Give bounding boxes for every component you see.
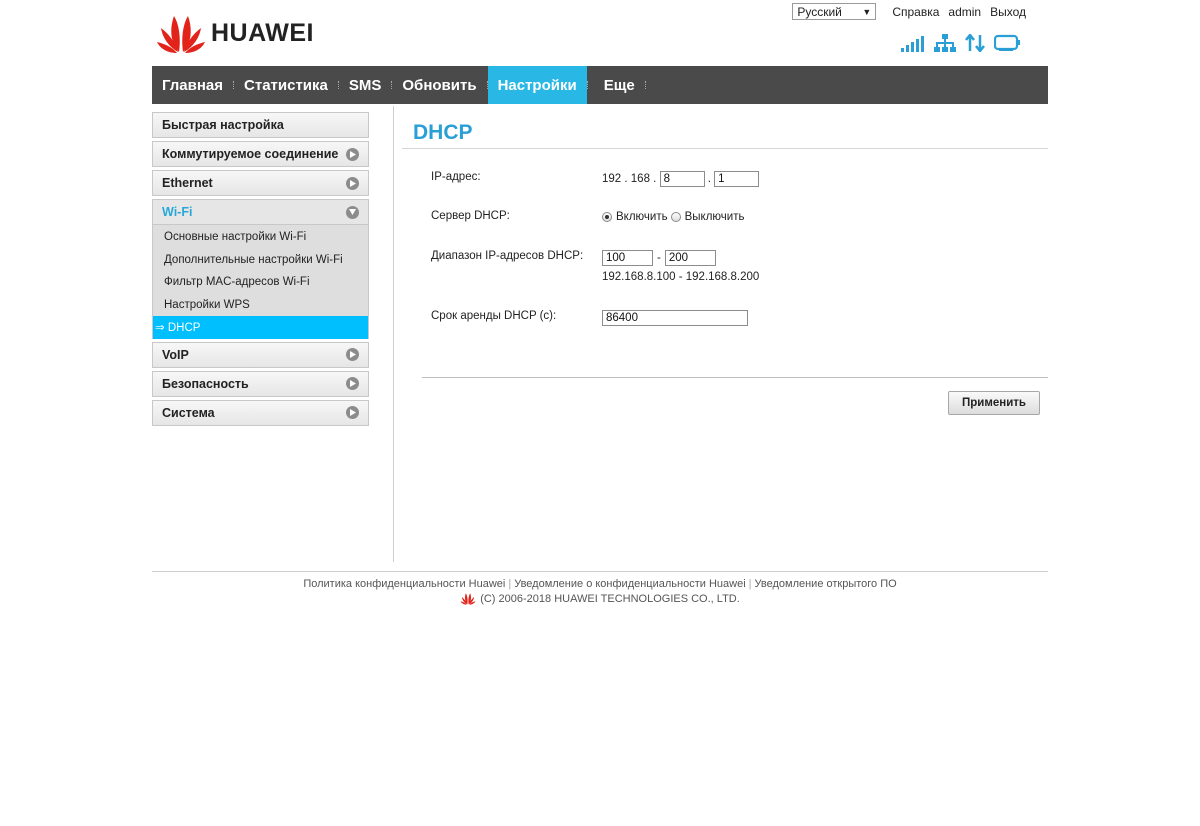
huawei-logo[interactable]: HUAWEI <box>157 12 314 54</box>
dhcp-server-field: Включить Выключить <box>602 211 744 223</box>
footer-divider <box>152 571 1048 572</box>
sidebar-subitem-wps[interactable]: Настройки WPS <box>153 294 368 317</box>
sidebar-item-ethernet[interactable]: Ethernet <box>152 170 369 196</box>
brand-name: HUAWEI <box>211 18 314 47</box>
dhcp-range-separator: - <box>657 252 661 264</box>
sidebar-item-label: VoIP <box>162 347 189 362</box>
nav-statistics[interactable]: Статистика <box>234 66 338 104</box>
huawei-small-logo-icon <box>460 593 476 605</box>
sidebar: Быстрая настройка Коммутируемое соединен… <box>152 112 369 429</box>
ip-dot: . <box>621 173 631 185</box>
logout-link[interactable]: Выход <box>990 5 1026 19</box>
footer-separator: | <box>748 578 752 590</box>
dhcp-disable-radio[interactable] <box>670 212 681 222</box>
dhcp-disable-label[interactable]: Выключить <box>685 211 745 223</box>
nav-sms[interactable]: SMS <box>339 66 392 104</box>
sidebar-item-dialup[interactable]: Коммутируемое соединение <box>152 141 369 167</box>
header: HUAWEI Русский ▼ Справка admin Выход <box>152 0 1048 66</box>
dhcp-range-label: Диапазон IP-адресов DHCP: <box>431 250 584 262</box>
sidebar-item-label: Быстрая настройка <box>162 118 284 132</box>
signal-strength-icon[interactable] <box>901 36 925 55</box>
nav-more[interactable]: Еще <box>588 66 645 104</box>
dhcp-enable-label[interactable]: Включить <box>616 211 668 223</box>
chevron-right-icon <box>346 176 359 190</box>
page-title: DHCP <box>413 121 473 144</box>
copyright-text: (C) 2006-2018 HUAWEI TECHNOLOGIES CO., L… <box>480 592 740 605</box>
lease-time-label: Срок аренды DHCP (с): <box>431 310 557 322</box>
form-divider <box>422 377 1048 378</box>
network-icon[interactable] <box>934 34 956 55</box>
footer-link-open-source[interactable]: Уведомление открытого ПО <box>755 578 897 590</box>
title-divider <box>402 148 1048 149</box>
ip-octet-3-input[interactable]: 8 <box>659 171 705 187</box>
nav-update[interactable]: Обновить <box>392 66 486 104</box>
ip-dot: . <box>649 173 660 185</box>
sidebar-item-security[interactable]: Безопасность <box>152 370 369 397</box>
footer-separator: | <box>508 578 512 590</box>
nav-settings[interactable]: Настройки <box>487 66 587 104</box>
wifi-submenu: Основные настройки Wi-Fi Дополнительные … <box>152 225 369 339</box>
dhcp-enable-radio[interactable] <box>602 212 612 222</box>
nav-home[interactable]: Главная <box>152 66 233 104</box>
footer-link-privacy-policy[interactable]: Политика конфиденциальности Huawei <box>303 578 505 590</box>
chevron-down-icon <box>346 205 359 219</box>
sidebar-subitem-wifi-basic[interactable]: Основные настройки Wi-Fi <box>153 226 368 249</box>
dhcp-range-start-input[interactable]: 100 <box>602 250 653 266</box>
sidebar-subitem-wifi-mac-filter[interactable]: Фильтр MAC-адресов Wi-Fi <box>153 271 368 294</box>
help-link[interactable]: Справка <box>892 5 939 19</box>
data-transfer-icon[interactable] <box>965 32 985 55</box>
ip-octet-2: 168 <box>630 173 650 185</box>
lease-time-input[interactable]: 86400 <box>602 310 748 326</box>
ip-octet-1: 192 <box>602 173 622 185</box>
huawei-flower-icon <box>157 16 205 53</box>
dhcp-range-field: 100 - 200 <box>602 250 716 266</box>
chevron-right-icon <box>346 348 359 361</box>
sidebar-item-label: Ethernet <box>162 176 213 190</box>
chevron-right-icon <box>346 377 359 390</box>
sidebar-item-label: Wi-Fi <box>162 205 193 219</box>
ip-address-label: IP-адрес: <box>431 171 481 183</box>
sidebar-item-voip[interactable]: VoIP <box>152 341 369 368</box>
dhcp-range-end-input[interactable]: 200 <box>664 250 716 266</box>
language-value: Русский <box>797 4 842 19</box>
chevron-right-icon <box>346 147 359 161</box>
sidebar-item-quick-setup[interactable]: Быстрая настройка <box>152 112 369 138</box>
dropdown-arrow-icon: ▼ <box>862 6 872 17</box>
copyright: (C) 2006-2018 HUAWEI TECHNOLOGIES CO., L… <box>152 592 1048 605</box>
sidebar-item-label: Система <box>162 405 215 420</box>
vertical-divider <box>393 106 394 562</box>
sidebar-item-system[interactable]: Система <box>152 399 369 426</box>
user-link[interactable]: admin <box>948 5 981 19</box>
nav-separator <box>644 66 646 104</box>
main-nav: Главная Статистика SMS Обновить Настройк… <box>152 66 1048 104</box>
sidebar-subitem-dhcp[interactable]: ⇒ DHCP <box>153 316 368 339</box>
status-icons <box>892 32 1022 55</box>
ip-dot: . <box>704 173 715 185</box>
sidebar-item-wifi[interactable]: Wi-Fi <box>152 199 369 225</box>
top-links: Русский ▼ Справка admin Выход <box>792 3 1026 20</box>
ip-octet-4-input[interactable]: 1 <box>714 171 760 187</box>
sidebar-item-label: Коммутируемое соединение <box>162 147 339 161</box>
footer-link-privacy-notice[interactable]: Уведомление о конфиденциальности Huawei <box>514 578 745 590</box>
sidebar-item-label: Безопасность <box>162 376 249 391</box>
wifi-device-icon[interactable] <box>993 34 1022 55</box>
lease-time-field: 86400 <box>602 310 748 326</box>
sidebar-subitem-wifi-advanced[interactable]: Дополнительные настройки Wi-Fi <box>153 249 368 272</box>
language-select[interactable]: Русский ▼ <box>792 3 877 20</box>
footer-links: Политика конфиденциальности Huawei | Уведо… <box>152 578 1048 590</box>
dhcp-range-summary: 192.168.8.100 - 192.168.8.200 <box>602 271 760 283</box>
apply-button[interactable]: Применить <box>948 391 1040 415</box>
dhcp-server-label: Сервер DHCP: <box>431 210 510 222</box>
chevron-right-icon <box>346 406 359 419</box>
ip-address-field: 192 . 168 . 8 . 1 <box>602 171 760 187</box>
